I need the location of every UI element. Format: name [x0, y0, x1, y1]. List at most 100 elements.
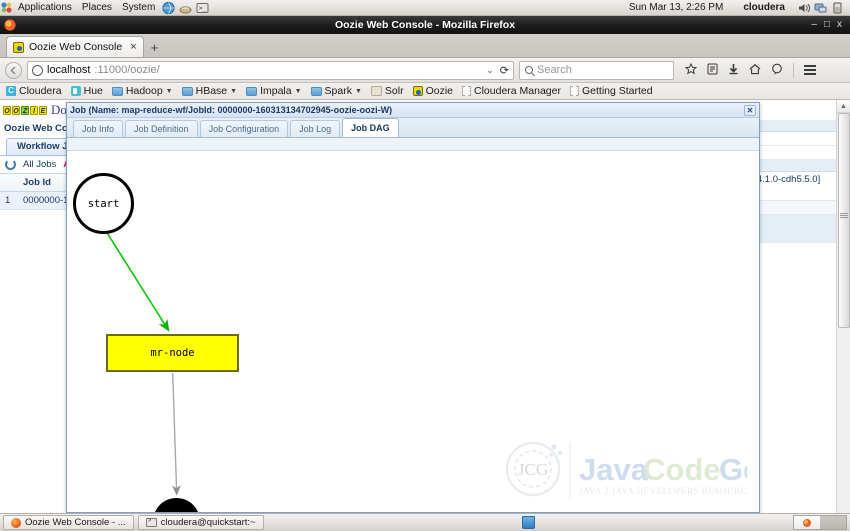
tab-job-dag[interactable]: Job DAG: [342, 118, 399, 137]
watermark-title-2: Code: [643, 452, 721, 487]
dag-node-label: mr-node: [150, 347, 195, 359]
oozie-logo-letter: I: [30, 105, 38, 115]
bookmark-cloudera-manager[interactable]: Cloudera Manager: [462, 85, 561, 97]
bookmark-getting-started[interactable]: Getting Started: [569, 85, 653, 97]
trash-icon[interactable]: [521, 516, 535, 529]
bookmark-impala[interactable]: Impala ▼: [246, 85, 302, 97]
svg-text:JCG: JCG: [518, 460, 548, 479]
window-titlebar: Oozie Web Console - Mozilla Firefox – □ …: [0, 16, 850, 34]
chevron-down-icon[interactable]: ⌄: [486, 65, 494, 76]
folder-icon: [181, 86, 193, 96]
site-identity-icon: [32, 64, 43, 76]
bookmark-oozie[interactable]: Oozie: [412, 85, 453, 97]
bookmarks-bar: C Cloudera Hue Hadoop ▼ HBase ▼ Impala ▼: [0, 83, 850, 100]
search-bar[interactable]: Search: [519, 60, 674, 80]
workspace-1[interactable]: [794, 516, 820, 529]
scrollbar-thumb[interactable]: [838, 113, 850, 328]
bookmark-cloudera[interactable]: C Cloudera: [6, 85, 62, 97]
network-icon[interactable]: [813, 1, 828, 15]
menu-icon[interactable]: [804, 65, 816, 75]
bookmark-solr[interactable]: Solr: [370, 85, 404, 97]
svg-text:>_: >_: [199, 5, 207, 12]
toolbar-icons: [679, 62, 816, 78]
back-button[interactable]: [5, 61, 22, 79]
panel-clock[interactable]: Sun Mar 13, 2:26 PM: [629, 2, 744, 13]
browser-tab-oozie[interactable]: Oozie Web Console ×: [6, 36, 144, 57]
bookmark-label: Getting Started: [581, 85, 653, 97]
jcg-logo-icon: JCG: [505, 441, 563, 497]
dag-canvas: start mr-node JCG Java Code G JAVA 2 JAV…: [67, 151, 759, 512]
dag-node-start[interactable]: start: [73, 173, 134, 234]
bookmark-star-icon[interactable]: [684, 62, 698, 78]
battery-icon[interactable]: [830, 1, 845, 15]
workspace-2[interactable]: [820, 516, 846, 529]
search-placeholder: Search: [537, 64, 572, 76]
refresh-icon[interactable]: [5, 159, 16, 170]
filter-all-jobs[interactable]: All Jobs: [23, 159, 56, 170]
url-bar[interactable]: localhost :11000/oozie/ ⌄ ⟳: [27, 60, 514, 80]
column-header-index: [0, 174, 18, 191]
page-content: O O Z I E Doc Oozie Web Console Workflow…: [0, 100, 850, 513]
dialog-subbar: [67, 138, 759, 151]
panel-user[interactable]: cloudera: [743, 2, 795, 13]
menu-applications[interactable]: Applications: [13, 0, 77, 15]
menu-places[interactable]: Places: [77, 0, 117, 15]
bookmark-hue[interactable]: Hue: [70, 85, 103, 97]
reload-icon[interactable]: ⟳: [498, 64, 509, 77]
bookmark-label: HBase: [195, 85, 228, 97]
bookmark-hadoop[interactable]: Hadoop ▼: [111, 85, 173, 97]
watermark-subtitle: JAVA 2 JAVA DEVELOPERS RESOURCE CENTER: [579, 486, 747, 496]
tab-close-icon[interactable]: ×: [130, 41, 136, 53]
taskbar-item-firefox[interactable]: Oozie Web Console - ...: [3, 515, 134, 530]
new-tab-button[interactable]: +: [144, 40, 166, 57]
scrollbar-grip-icon: [840, 213, 848, 219]
blank-page-icon: [462, 86, 472, 96]
url-path: :11000/oozie/: [94, 64, 160, 76]
bookmark-label: Cloudera Manager: [474, 85, 561, 97]
dag-node-label: start: [87, 197, 120, 210]
dialog-close-icon[interactable]: ✕: [744, 104, 756, 116]
tab-job-definition[interactable]: Job Definition: [125, 120, 198, 137]
bookmark-label: Impala: [260, 85, 292, 97]
applications-icon[interactable]: [0, 1, 13, 14]
chevron-down-icon: ▼: [354, 87, 362, 95]
oozie-logo-icon: O O Z I E: [3, 105, 47, 115]
chevron-down-icon: ▼: [230, 87, 238, 95]
close-button[interactable]: x: [837, 20, 842, 30]
workspace-switcher[interactable]: [793, 515, 847, 530]
reader-icon[interactable]: [707, 63, 718, 78]
home-icon[interactable]: [749, 63, 761, 78]
terminal-icon[interactable]: >_: [195, 1, 210, 15]
bookmark-hbase[interactable]: HBase ▼: [181, 85, 238, 97]
bookmark-label: Hue: [83, 85, 103, 97]
chevron-down-icon: ▼: [165, 87, 173, 95]
search-icon: [525, 66, 533, 74]
tab-job-log[interactable]: Job Log: [290, 120, 341, 137]
sync-icon[interactable]: [771, 63, 783, 78]
update-manager-icon[interactable]: [178, 1, 193, 15]
minimize-button[interactable]: –: [811, 20, 817, 30]
firefox-icon: [11, 517, 21, 528]
oozie-favicon-icon: [13, 41, 24, 53]
maximize-button[interactable]: □: [824, 20, 830, 30]
download-icon[interactable]: [728, 63, 739, 78]
system-tray: [795, 1, 850, 15]
volume-icon[interactable]: [796, 1, 811, 15]
chevron-down-icon: ▼: [294, 87, 302, 95]
firefox-window: Oozie Web Console - Mozilla Firefox – □ …: [0, 16, 850, 513]
window-controls: – □ x: [811, 20, 850, 30]
scroll-up-icon[interactable]: ▲: [837, 100, 850, 113]
tab-job-info[interactable]: Job Info: [73, 120, 124, 137]
tab-strip: Oozie Web Console × +: [0, 34, 850, 58]
watermark-title-1: Java: [579, 452, 649, 487]
tab-job-configuration[interactable]: Job Configuration: [199, 120, 289, 137]
globe-icon[interactable]: [161, 1, 176, 15]
bookmark-spark[interactable]: Spark ▼: [310, 85, 362, 97]
dialog-tabs: Job Info Job Definition Job Configuratio…: [67, 118, 759, 138]
dialog-title: Job (Name: map-reduce-wf/JobId: 0000000-…: [70, 105, 393, 115]
left-panel-filler: [0, 292, 68, 513]
menu-system[interactable]: System: [117, 0, 160, 15]
taskbar-item-terminal[interactable]: cloudera@quickstart:~: [137, 515, 264, 530]
page-scrollbar[interactable]: ▲: [836, 100, 850, 513]
dag-node-mr-node[interactable]: mr-node: [106, 334, 239, 372]
